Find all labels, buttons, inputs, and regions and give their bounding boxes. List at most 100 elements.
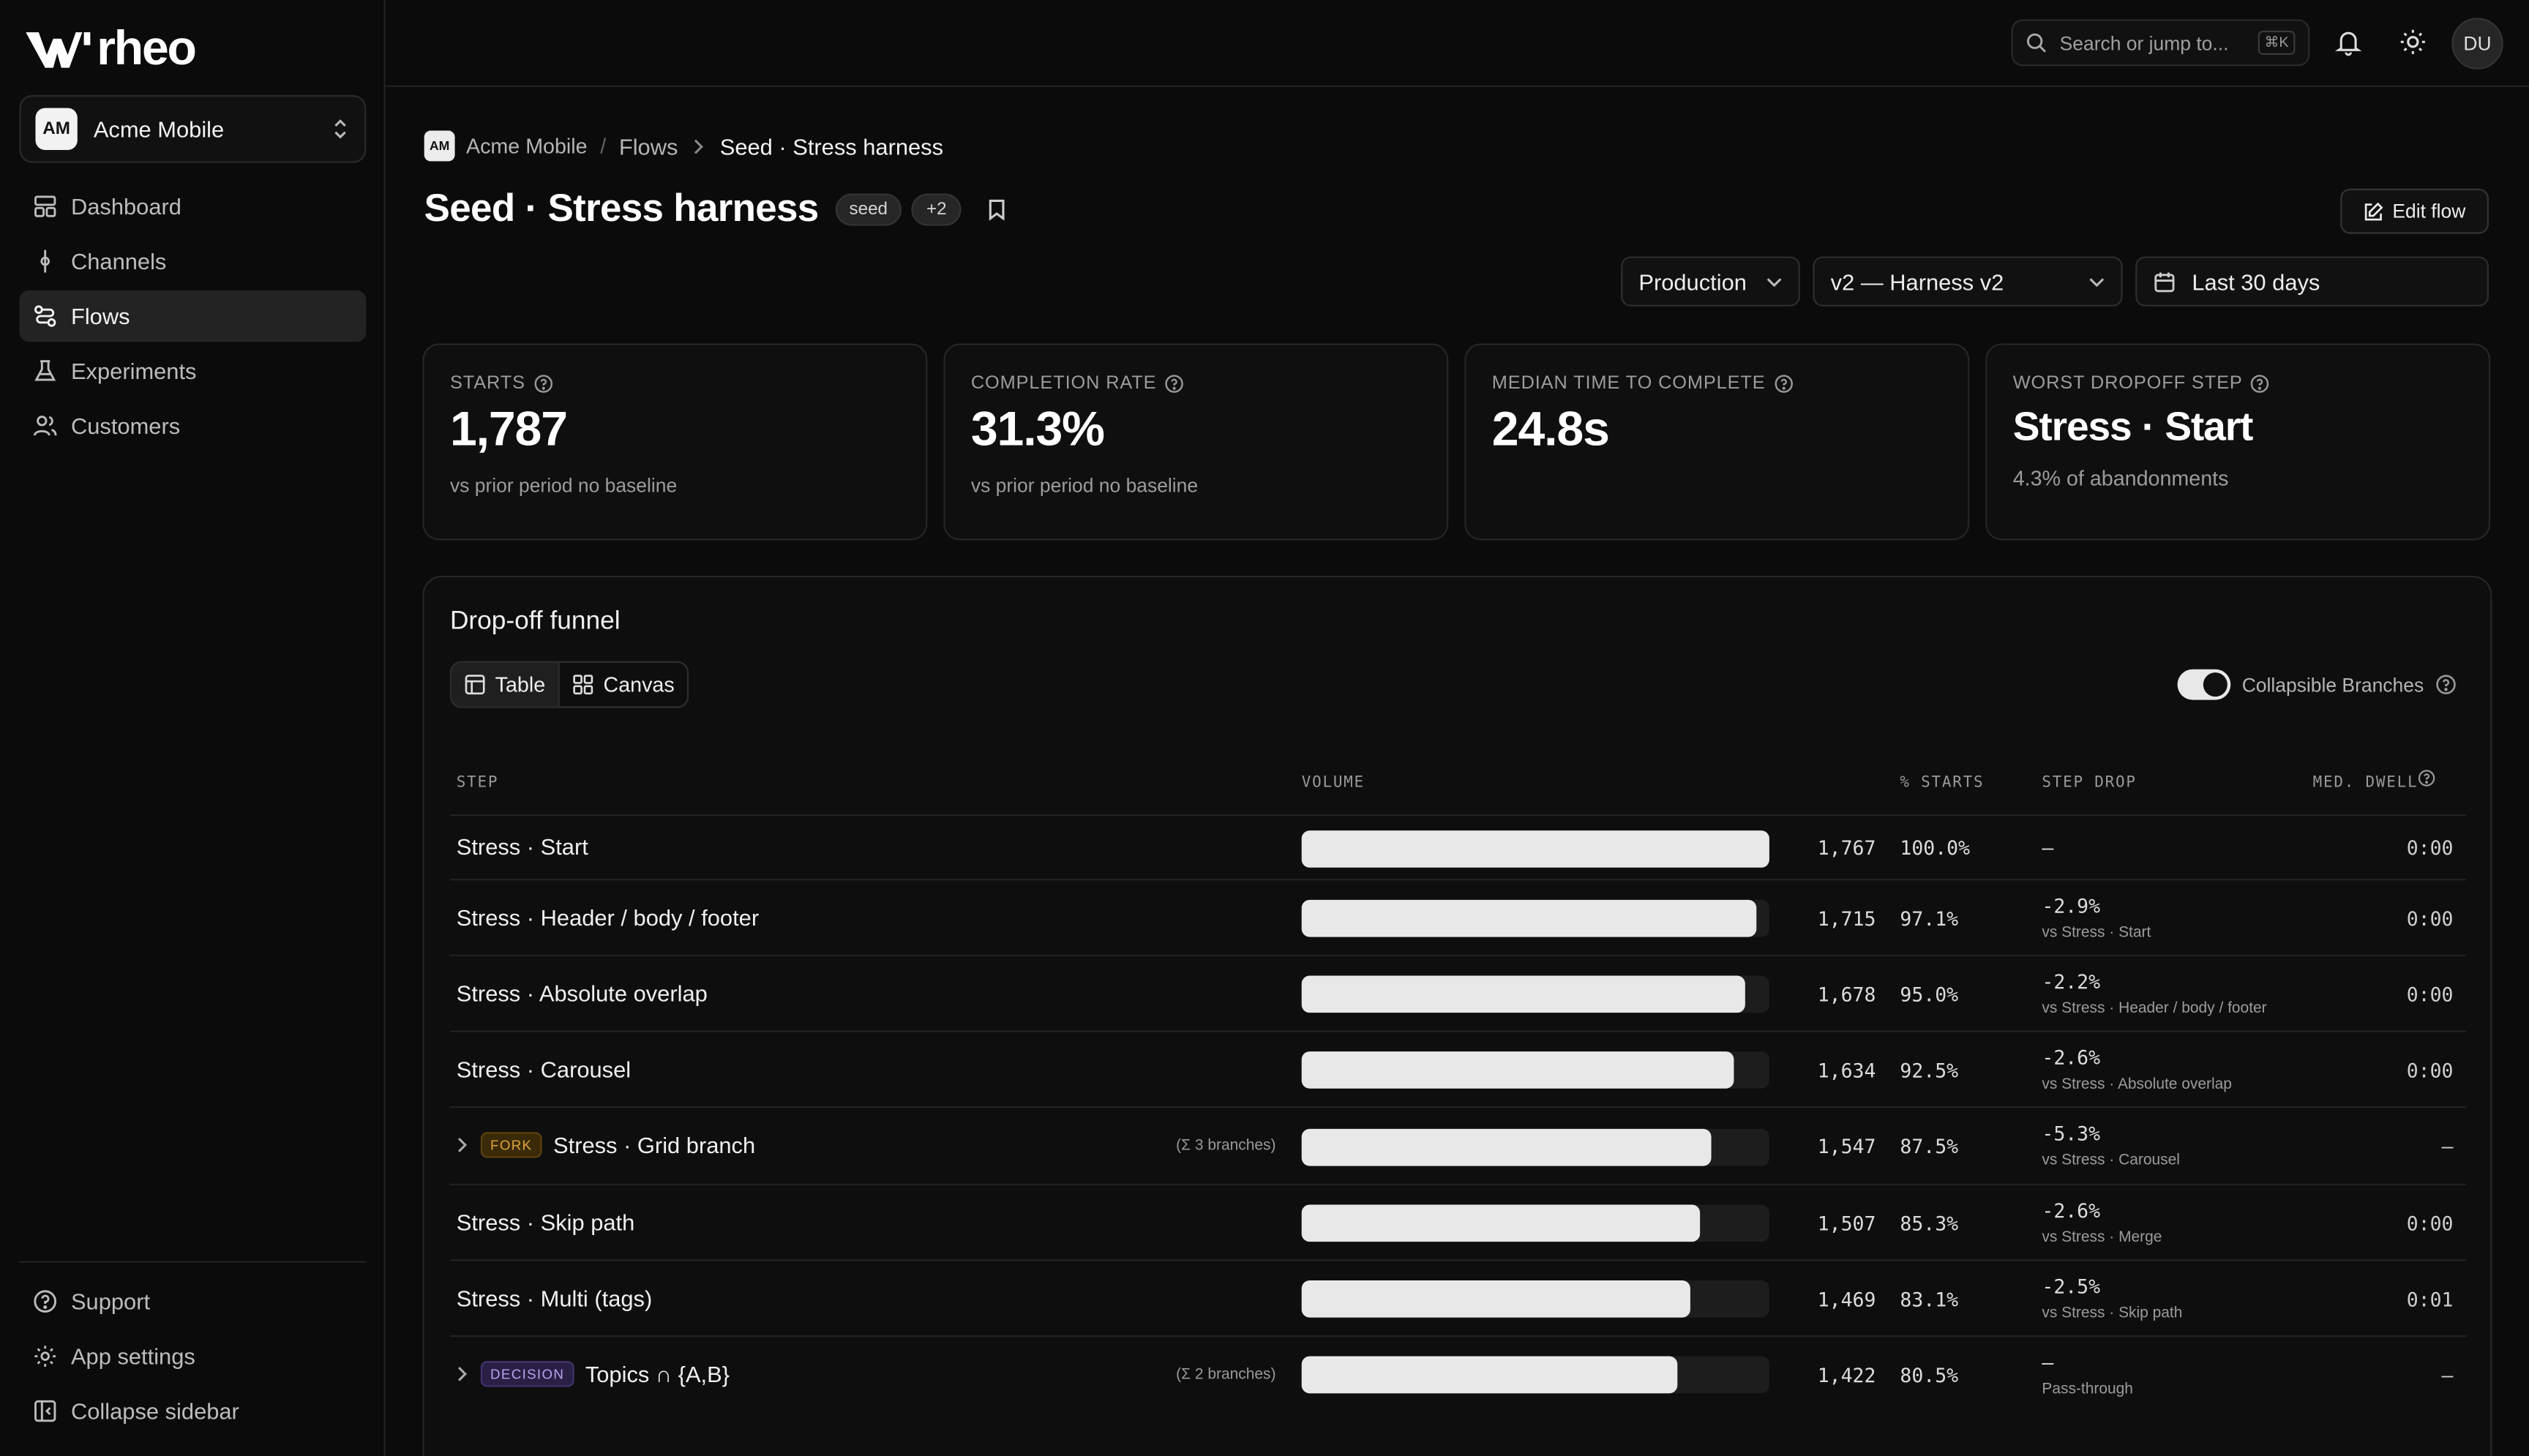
step-name: Stress · Absolute overlap: [456, 979, 708, 1006]
pct-starts-value: 85.3%: [1900, 1212, 1959, 1235]
step-drop-value: -2.2%: [2042, 969, 2101, 993]
chevron-right-icon[interactable]: [457, 1137, 468, 1153]
version-select[interactable]: v2 — Harness v2: [1813, 256, 2123, 307]
help-icon: [34, 1290, 57, 1313]
column-step-drop[interactable]: STEP DROP: [2042, 774, 2136, 792]
kpi-label: COMPLETION RATE: [971, 374, 1421, 394]
table-row[interactable]: Stress · Header / body / footer 1,715 97.1…: [449, 879, 2467, 955]
topbar: Search or jump to... ⌘K DU: [385, 0, 2529, 88]
flask-icon: [34, 360, 56, 381]
column-volume[interactable]: VOLUME: [1302, 774, 1365, 792]
environment-select[interactable]: Production: [1621, 256, 1800, 307]
nav-item-collapse-sidebar[interactable]: Collapse sidebar: [19, 1385, 366, 1437]
gear-icon: [34, 1346, 56, 1367]
title-row: Seed · Stress harness seed +2: [424, 187, 1006, 233]
help-icon[interactable]: [1164, 374, 1183, 393]
bookmark-icon[interactable]: [987, 198, 1006, 221]
nav-item-flows[interactable]: Flows: [19, 290, 367, 342]
workspace-switcher[interactable]: AM Acme Mobile: [19, 95, 367, 163]
nav-item-app-settings[interactable]: App settings: [19, 1330, 366, 1382]
more-tags-badge[interactable]: +2: [912, 193, 962, 226]
main-nav: Dashboard Channels Flows Experiments Cus…: [19, 181, 367, 455]
volume-value: 1,715: [1817, 907, 1876, 930]
workspace-name: Acme Mobile: [93, 116, 225, 142]
bell-icon[interactable]: [2334, 27, 2363, 56]
search-input[interactable]: Search or jump to... ⌘K: [2011, 19, 2310, 67]
med-dwell-value: 0:01: [2406, 1287, 2454, 1310]
help-icon[interactable]: [1774, 374, 1793, 393]
nav-item-customers[interactable]: Customers: [19, 400, 366, 452]
table-row[interactable]: Stress · Skip path 1,507 85.3% -2.6% vs Stre…: [449, 1183, 2467, 1260]
step-drop-reference: vs Stress · Header / body / footer: [2042, 999, 2267, 1017]
main-content: Search or jump to... ⌘K DU AM Acme Mobil…: [385, 0, 2529, 1456]
kpi-label: STARTS: [450, 374, 900, 394]
kpi-card-worst-dropoff: WORST DROPOFF STEP Stress · Start 4.3% o…: [1985, 343, 2491, 541]
step-drop-value: -2.6%: [2042, 1198, 2101, 1222]
step-name: Stress · Grid branch: [553, 1132, 756, 1158]
step-cell: DECISION Topics ∩ {A,B}: [457, 1360, 730, 1386]
step-name: Stress · Carousel: [456, 1055, 632, 1081]
med-dwell-value: 0:00: [2406, 983, 2454, 1006]
step-cell: Stress · Skip path: [457, 1209, 635, 1234]
volume-bar: [1301, 899, 1756, 937]
sidebar: rheo AM Acme Mobile Dashboard Channels F…: [0, 0, 386, 1456]
view-table-label: Table: [495, 672, 546, 697]
sidebar-footer: Support App settings Collapse sidebar: [19, 1261, 367, 1441]
table-row[interactable]: Stress · Multi (tags) 1,469 83.1% -2.5% vs S…: [449, 1259, 2467, 1335]
nav-item-support[interactable]: Support: [19, 1275, 366, 1327]
table-row[interactable]: Stress · Start 1,767 100.0% – 0:00: [449, 814, 2467, 879]
view-table-button[interactable]: Table: [452, 662, 558, 707]
step-drop-value: -2.9%: [2042, 894, 2101, 917]
help-icon[interactable]: [2251, 374, 2270, 393]
edit-flow-button[interactable]: Edit flow: [2340, 188, 2489, 234]
table-icon: [465, 675, 485, 695]
collapsible-branches-toggle[interactable]: [2177, 669, 2231, 700]
chevron-right-icon[interactable]: [457, 1365, 468, 1381]
breadcrumb-workspace[interactable]: Acme Mobile: [466, 134, 588, 158]
users-icon: [33, 416, 57, 436]
help-icon[interactable]: [2418, 769, 2435, 787]
med-dwell-value: 0:00: [2406, 1212, 2454, 1235]
med-dwell-value: –: [2441, 1363, 2454, 1386]
nav-item-experiments[interactable]: Experiments: [19, 345, 366, 397]
step-type-badge: DECISION: [480, 1360, 574, 1386]
help-icon[interactable]: [533, 374, 552, 393]
table-row[interactable]: Stress · Absolute overlap 1,678 95.0% -2.2%…: [449, 954, 2467, 1031]
table-row[interactable]: FORK Stress · Grid branch (Σ 3 branches) 1,…: [449, 1106, 2467, 1184]
step-cell: FORK Stress · Grid branch: [457, 1132, 756, 1158]
date-range-select[interactable]: Last 30 days: [2135, 256, 2489, 307]
breadcrumb-workspace-avatar: AM: [424, 130, 455, 162]
table-row[interactable]: Stress · Carousel 1,634 92.5% -2.6% vs Stres…: [449, 1030, 2467, 1106]
search-placeholder: Search or jump to...: [2059, 31, 2229, 54]
column-pct-starts[interactable]: % STARTS: [1900, 774, 1984, 792]
kpi-value: 24.8s: [1491, 403, 1610, 457]
view-canvas-button[interactable]: Canvas: [558, 662, 687, 707]
med-dwell-value: 0:00: [2406, 1058, 2454, 1081]
brand-logo[interactable]: rheo: [26, 25, 197, 74]
tag-badge[interactable]: seed: [834, 193, 902, 226]
funnel-table: Stress · Start 1,767 100.0% –0:00 Stress · H…: [449, 814, 2467, 1411]
volume-value: 1,469: [1817, 1287, 1876, 1310]
column-step[interactable]: STEP: [457, 774, 498, 792]
step-drop-reference: vs Stress · Absolute overlap: [2042, 1075, 2232, 1093]
volume-bar: [1301, 1204, 1701, 1242]
nav-item-channels[interactable]: Channels: [19, 236, 366, 288]
kpi-label: MEDIAN TIME TO COMPLETE: [1492, 374, 1942, 394]
sun-icon[interactable]: [2398, 27, 2427, 56]
search-shortcut: ⌘K: [2258, 30, 2296, 55]
volume-bar: [1301, 975, 1746, 1013]
pct-starts-value: 92.5%: [1900, 1058, 1959, 1081]
step-name: Stress · Multi (tags): [456, 1284, 653, 1310]
breadcrumb-flows[interactable]: Flows: [619, 133, 678, 159]
nav-item-dashboard[interactable]: Dashboard: [19, 181, 366, 233]
help-icon[interactable]: [2435, 674, 2457, 695]
user-avatar[interactable]: DU: [2451, 18, 2503, 70]
table-row[interactable]: DECISION Topics ∩ {A,B} (Σ 2 branches) 1,42…: [449, 1335, 2467, 1411]
step-cell: Stress · Header / body / footer: [457, 904, 759, 929]
med-dwell-value: 0:00: [2406, 836, 2454, 860]
step-cell: Stress · Multi (tags): [457, 1285, 652, 1310]
channels-icon: [40, 249, 50, 273]
column-med-dwell[interactable]: MED. DWELL: [2313, 774, 2419, 792]
version-value: v2 — Harness v2: [1830, 268, 2004, 295]
volume-bar-track: [1301, 975, 1769, 1013]
